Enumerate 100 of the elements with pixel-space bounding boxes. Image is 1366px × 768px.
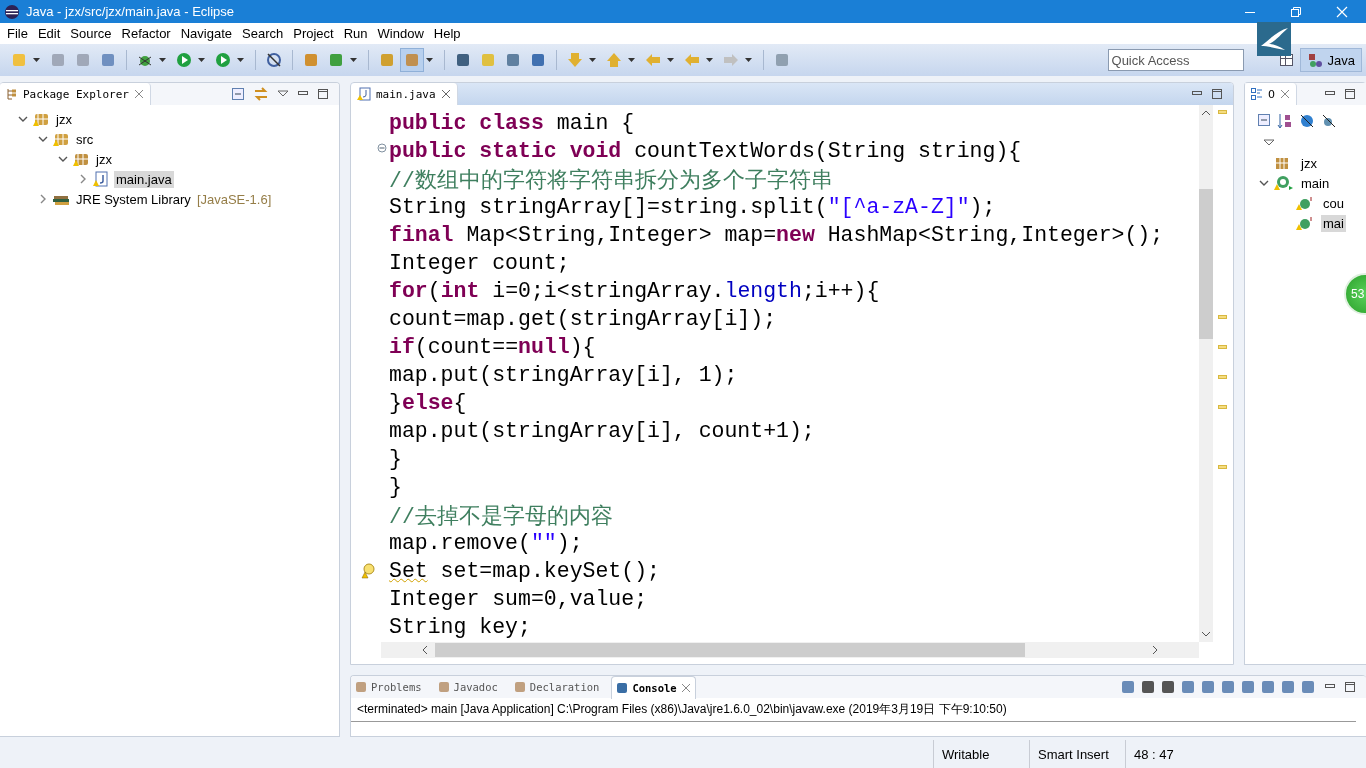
tree-item[interactable]: jzx [54, 110, 74, 128]
horizontal-scrollbar[interactable] [381, 642, 1199, 658]
outline-item[interactable]: main [1299, 174, 1332, 192]
dropdown-caret-icon[interactable] [706, 58, 713, 62]
view-tab[interactable]: Declaration [509, 676, 604, 698]
dropdown-caret-icon[interactable] [237, 58, 244, 62]
dropdown-caret-icon[interactable] [667, 58, 674, 62]
outline-item[interactable]: jzx [1299, 154, 1319, 172]
annotation-marker-icon[interactable] [1218, 110, 1227, 114]
vertical-scrollbar[interactable] [1199, 105, 1213, 642]
console-toolbar-icon[interactable] [1120, 679, 1136, 695]
view-menu-icon[interactable] [1263, 139, 1275, 147]
package-icon [72, 151, 90, 167]
menu-item[interactable]: Project [289, 26, 340, 41]
view-menu-icon[interactable] [277, 90, 289, 98]
menu-item[interactable]: File [3, 26, 34, 41]
status-field: Smart Insert [1029, 740, 1125, 768]
close-icon[interactable] [680, 682, 691, 693]
tree-item[interactable]: jzx [94, 150, 114, 168]
java-file-icon [357, 87, 371, 101]
menu-item[interactable]: Edit [33, 26, 67, 41]
collapse-all-icon[interactable] [1257, 113, 1271, 127]
outline-icon [1251, 88, 1263, 100]
code-line: map.put(stringArray[i], 1); [389, 363, 738, 387]
fold-icon[interactable] [377, 143, 387, 153]
view-tab[interactable]: Problems [351, 676, 426, 698]
java-file-icon [92, 171, 110, 187]
outline-item[interactable]: cou [1321, 194, 1346, 212]
close-icon[interactable] [440, 89, 451, 99]
link-editor-icon[interactable] [253, 87, 269, 101]
console-toolbar-icon[interactable] [1240, 679, 1256, 695]
annotation-marker-icon[interactable] [1218, 375, 1227, 379]
menu-item[interactable]: Navigate [176, 26, 238, 41]
tree-item[interactable]: src [74, 130, 96, 148]
hide-static-icon[interactable] [1321, 113, 1337, 129]
scroll-right-icon[interactable] [1151, 645, 1159, 655]
annotation-marker-icon[interactable] [1218, 345, 1227, 349]
tree-item[interactable]: JRE System Library [74, 190, 193, 208]
view-icon [616, 681, 629, 694]
sort-icon[interactable] [1277, 113, 1293, 129]
console-toolbar-icon[interactable] [1220, 679, 1236, 695]
view-tab[interactable]: Javadoc [433, 676, 502, 698]
java-perspective-icon [1306, 52, 1325, 68]
code-line: public class main { [389, 111, 635, 135]
hide-fields-icon[interactable] [1299, 113, 1315, 129]
outline-tab[interactable]: 0 [1245, 83, 1297, 105]
console-toolbar-icon[interactable] [1300, 679, 1316, 695]
restore-icon[interactable] [1290, 5, 1302, 18]
console-toolbar-icon[interactable] [1280, 679, 1296, 695]
dropdown-caret-icon[interactable] [589, 58, 596, 62]
project-icon [32, 111, 50, 127]
menu-item[interactable]: Run [339, 26, 374, 41]
window-title: Java - jzx/src/jzx/main.java - Eclipse [26, 4, 235, 19]
quick-access-field[interactable]: Quick Access [1107, 49, 1244, 71]
dropdown-caret-icon[interactable] [198, 58, 205, 62]
console-toolbar-icon[interactable] [1180, 679, 1196, 695]
dropdown-caret-icon[interactable] [159, 58, 166, 62]
dropdown-caret-icon[interactable] [33, 58, 40, 62]
menu-item[interactable]: Window [373, 26, 430, 41]
scroll-up-icon[interactable] [1201, 109, 1211, 117]
menu-item[interactable]: Search [238, 26, 290, 41]
warning-lightbulb-icon[interactable] [361, 563, 375, 579]
dropdown-caret-icon[interactable] [426, 58, 433, 62]
view-tab[interactable]: Console [611, 676, 696, 699]
console-toolbar-icon[interactable] [1260, 679, 1276, 695]
maximize-icon[interactable] [1344, 88, 1356, 100]
scroll-down-icon[interactable] [1201, 630, 1211, 638]
menu-item[interactable]: Help [429, 26, 467, 41]
scroll-left-icon[interactable] [421, 645, 429, 655]
console-toolbar-icon[interactable] [1160, 679, 1176, 695]
view-icon [355, 681, 367, 693]
console-toolbar-icon[interactable] [1200, 679, 1216, 695]
collapse-all-icon[interactable] [231, 87, 245, 101]
dropdown-caret-icon[interactable] [628, 58, 635, 62]
dropdown-caret-icon[interactable] [350, 58, 357, 62]
package-explorer-tab[interactable]: Package Explorer [0, 83, 151, 105]
status-field: Writable [933, 740, 1029, 768]
annotation-marker-icon[interactable] [1218, 405, 1227, 409]
console-toolbar-icon[interactable] [1140, 679, 1156, 695]
close-icon[interactable] [1280, 89, 1290, 99]
editor-tab[interactable]: main.java [351, 83, 458, 105]
code-line: for(int i=0;i<stringArray.length;i++){ [389, 279, 880, 303]
close-icon[interactable] [133, 89, 144, 99]
class-icon [1273, 175, 1295, 191]
code-line: //数组中的字符将字符串拆分为多个子字符串 [389, 167, 833, 194]
maximize-icon[interactable] [1344, 681, 1356, 693]
menu-item[interactable]: Refactor [117, 26, 177, 41]
dropdown-caret-icon[interactable] [745, 58, 752, 62]
code-line: if(count==null){ [389, 335, 596, 359]
menu-item[interactable]: Source [66, 26, 118, 41]
outline-item[interactable]: mai [1321, 214, 1346, 232]
maximize-icon[interactable] [317, 88, 329, 100]
code-line: Integer count; [389, 251, 570, 275]
view-icon [437, 681, 450, 693]
code-line: Integer sum=0,value; [389, 587, 648, 611]
annotation-marker-icon[interactable] [1218, 315, 1227, 319]
perspective-button[interactable]: Java [1299, 48, 1362, 72]
annotation-marker-icon[interactable] [1218, 465, 1227, 469]
tree-item[interactable]: main.java [114, 170, 174, 188]
maximize-icon[interactable] [1211, 88, 1223, 100]
